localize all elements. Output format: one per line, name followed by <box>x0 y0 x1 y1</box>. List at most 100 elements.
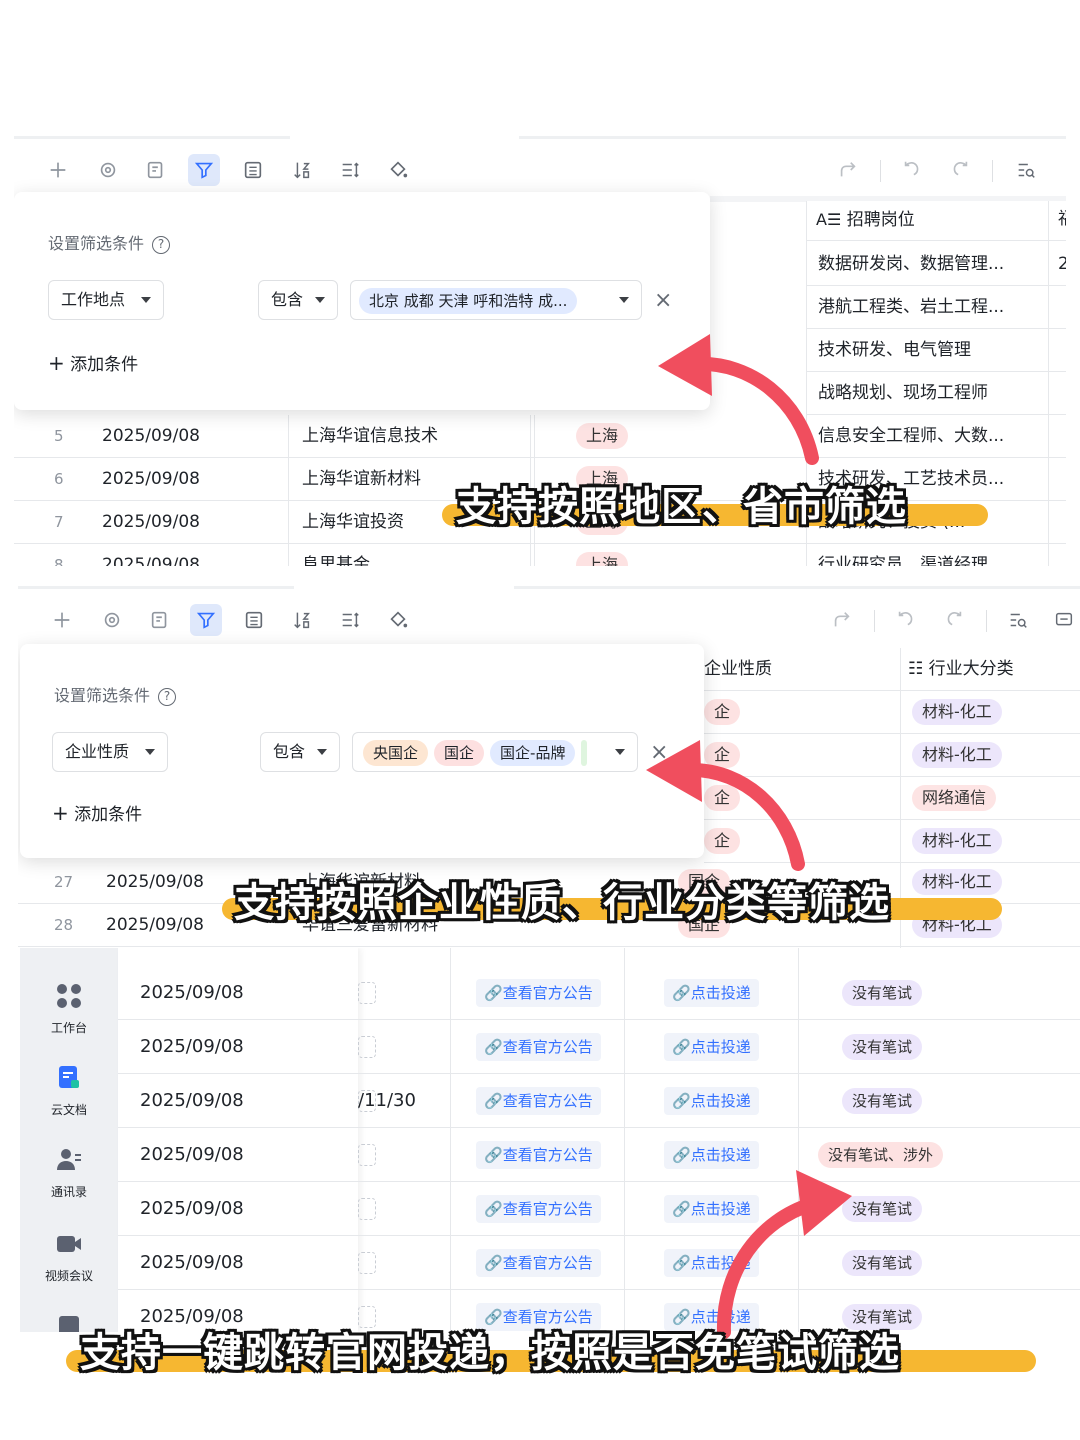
operator-select[interactable]: 包含 <box>258 280 338 320</box>
help-icon[interactable]: ? <box>158 687 177 706</box>
table-row[interactable]: 港航工程类、岩土工程... <box>806 286 1066 329</box>
sidebar-item-video[interactable]: 视频会议 <box>20 1230 118 1284</box>
apply-link[interactable]: 🔗点击投递 <box>664 979 759 1007</box>
table-row[interactable]: 2025/09/08/11/30 🔗查看官方公告 🔗点击投递 没有笔试 <box>118 1074 1080 1128</box>
link-icon: 🔗 <box>484 1038 503 1056</box>
cell-job: 数据研发岗、数据管理... <box>818 254 1005 274</box>
link-icon: 🔗 <box>672 1200 691 1218</box>
link-panel: 工作台 云文档 通讯录 视频会议 2025/09/08 🔗查看官方公告 🔗点击投递没… <box>20 948 1080 1332</box>
field-select[interactable]: 工作地点 <box>48 280 164 320</box>
cell-date: 2025/09/08 <box>102 426 200 446</box>
form-icon[interactable] <box>144 604 176 636</box>
attachment-icon <box>358 1252 376 1274</box>
official-notice-link[interactable]: 🔗查看官方公告 <box>476 1033 601 1061</box>
add-condition-button[interactable]: + 添加条件 <box>48 350 138 375</box>
app-sidebar: 工作台 云文档 通讯录 视频会议 <box>20 948 118 1332</box>
sidebar-item-docs[interactable]: 云文档 <box>20 1064 118 1118</box>
cell-partial: 2 <box>1058 254 1066 274</box>
group-icon[interactable] <box>237 154 269 186</box>
value-select[interactable]: 央国企 国企 国企-品牌 <box>352 732 638 772</box>
row-number: 27 <box>54 873 74 891</box>
exam-tag: 没有笔试 <box>842 980 923 1006</box>
divider <box>519 136 1066 139</box>
link-icon: 🔗 <box>672 1038 691 1056</box>
table-row[interactable]: 战略规划、现场工程师 <box>806 372 1066 415</box>
table-row[interactable]: 数据研发岗、数据管理... 2 <box>806 243 1066 286</box>
cell-date: 2025/09/08 <box>140 1198 244 1219</box>
official-notice-link[interactable]: 🔗查看官方公告 <box>476 1195 601 1223</box>
table-row[interactable]: 5 2025/09/08 上海华谊信息技术 上海 信息安全工程师、大数... <box>14 415 1066 458</box>
row-height-icon[interactable] <box>334 154 366 186</box>
help-icon[interactable]: ? <box>152 235 171 254</box>
arrow-icon <box>658 334 819 465</box>
share-icon[interactable] <box>832 154 864 186</box>
table-row[interactable]: 8 2025/09/08 阜里基金 上海 行业研究员、渠道经理 <box>14 544 1066 566</box>
sidebar-item-contacts[interactable]: 通讯录 <box>20 1146 118 1200</box>
share-icon[interactable] <box>826 604 858 636</box>
cell-job: 技术研发、电气管理 <box>818 340 971 360</box>
link-icon: 🔗 <box>672 1146 691 1164</box>
nature-tag: 企 <box>704 699 741 725</box>
attachment-icon <box>358 1198 376 1220</box>
table-row[interactable]: 企 材料-化工 <box>704 691 1080 734</box>
paint-bucket-icon[interactable] <box>382 604 414 636</box>
comment-icon[interactable] <box>1048 604 1080 636</box>
attachment-icon <box>358 1144 376 1166</box>
filter-icon[interactable] <box>190 604 222 636</box>
settings-icon[interactable] <box>92 154 124 186</box>
official-notice-link[interactable]: 🔗查看官方公告 <box>476 1249 601 1277</box>
divider <box>514 586 1080 589</box>
operator-select[interactable]: 包含 <box>260 732 340 772</box>
value-chip: 央国企 <box>363 739 429 766</box>
field-select[interactable]: 企业性质 <box>52 732 168 772</box>
sort-icon[interactable] <box>286 604 318 636</box>
table-row[interactable]: 2025/09/08 🔗查看官方公告 🔗点击投递 没有笔试 <box>118 1020 1080 1074</box>
table-row[interactable]: 2025/09/08 🔗查看官方公告 🔗点击投递 没有笔试 <box>118 966 1080 1020</box>
column-header[interactable]: 企业性质 ☷ 行业大分类 <box>704 648 1080 691</box>
attachment-icon <box>358 982 376 1004</box>
add-icon[interactable] <box>46 604 78 636</box>
divider <box>992 160 993 182</box>
divider <box>986 610 987 632</box>
caption-text: 支持按照地区、省市筛选 <box>456 484 907 530</box>
apply-link[interactable]: 🔗点击投递 <box>664 1033 759 1061</box>
table-row[interactable]: 2025/09/08 🔗查看官方公告 🔗点击投递 没有笔试 <box>118 1236 1080 1290</box>
divider <box>874 610 875 632</box>
undo-icon[interactable] <box>890 604 922 636</box>
cell-date: 2025/09/08 <box>140 1036 244 1057</box>
redo-icon[interactable] <box>944 154 976 186</box>
form-icon[interactable] <box>140 154 172 186</box>
plus-icon: + <box>48 351 65 375</box>
add-icon[interactable] <box>42 154 74 186</box>
group-icon[interactable] <box>238 604 270 636</box>
add-condition-button[interactable]: + 添加条件 <box>52 800 142 825</box>
filter-icon[interactable] <box>188 154 220 186</box>
value-select[interactable]: 北京 成都 天津 呼和浩特 成... <box>350 280 642 320</box>
close-icon[interactable]: × <box>654 288 672 313</box>
table-row[interactable]: 2025/09/08 🔗查看官方公告 🔗点击投递 没有笔试、涉外 <box>118 1128 1080 1182</box>
redo-icon[interactable] <box>938 604 970 636</box>
sort-icon[interactable] <box>286 154 318 186</box>
table-row[interactable]: 技术研发、电气管理 <box>806 329 1066 372</box>
column-header[interactable]: A☰ 招聘岗位 福 <box>806 198 1066 241</box>
cell-date: 2025/09/08 <box>102 512 200 532</box>
cell-job: 信息安全工程师、大数... <box>818 426 1005 446</box>
settings-icon[interactable] <box>96 604 128 636</box>
link-icon: 🔗 <box>484 1200 503 1218</box>
table-row[interactable]: 2025/09/08 🔗查看官方公告 🔗点击投递 没有笔试 <box>118 1182 1080 1236</box>
apply-link[interactable]: 🔗点击投递 <box>664 1087 759 1115</box>
filter-popover: 设置筛选条件? 企业性质 包含 央国企 国企 国企-品牌 × + 添加条件 <box>20 644 704 858</box>
search-icon[interactable] <box>1002 604 1034 636</box>
official-notice-link[interactable]: 🔗查看官方公告 <box>476 979 601 1007</box>
paint-bucket-icon[interactable] <box>382 154 414 186</box>
grid-icon <box>57 984 81 1008</box>
toolbar <box>14 150 1066 190</box>
official-notice-link[interactable]: 🔗查看官方公告 <box>476 1141 601 1169</box>
official-notice-link[interactable]: 🔗查看官方公告 <box>476 1087 601 1115</box>
row-number: 6 <box>54 470 64 488</box>
row-height-icon[interactable] <box>334 604 366 636</box>
sidebar-item-workbench[interactable]: 工作台 <box>20 982 118 1036</box>
undo-icon[interactable] <box>896 154 928 186</box>
chevron-down-icon <box>145 749 155 755</box>
search-icon[interactable] <box>1010 154 1042 186</box>
